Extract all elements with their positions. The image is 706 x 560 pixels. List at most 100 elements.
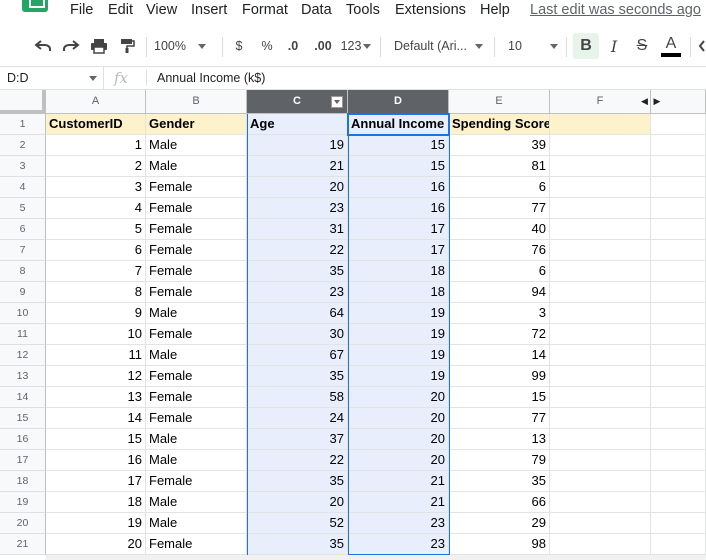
table-cell[interactable]: 21 [348, 492, 449, 513]
menu-tools[interactable]: Tools [346, 2, 380, 18]
table-cell[interactable] [651, 303, 706, 324]
table-cell[interactable] [651, 387, 706, 408]
table-cell[interactable]: 35 [247, 471, 348, 492]
table-cell[interactable]: 8 [46, 282, 146, 303]
table-cell[interactable] [550, 471, 651, 492]
table-cell[interactable]: Male [146, 513, 247, 534]
font-select[interactable]: Default (Ari... [394, 30, 486, 62]
header-cell[interactable] [550, 114, 651, 135]
table-cell[interactable] [550, 324, 651, 345]
menu-view[interactable]: View [146, 2, 177, 18]
row-header[interactable]: 12 [0, 345, 46, 366]
table-cell[interactable]: 15 [348, 156, 449, 177]
table-cell[interactable]: 4 [46, 198, 146, 219]
table-cell[interactable]: Female [146, 408, 247, 429]
table-cell[interactable]: 11 [46, 345, 146, 366]
column-header-e[interactable]: E [449, 90, 550, 114]
table-cell[interactable]: 6 [449, 261, 550, 282]
table-cell[interactable]: 35 [247, 534, 348, 555]
table-cell[interactable]: 30 [247, 324, 348, 345]
table-cell[interactable] [651, 156, 706, 177]
strikethrough-button[interactable]: S [631, 30, 653, 62]
table-cell[interactable]: 19 [46, 513, 146, 534]
row-header[interactable]: 13 [0, 366, 46, 387]
increase-decimal-button[interactable]: .00 [310, 30, 336, 62]
table-cell[interactable]: 20 [46, 534, 146, 555]
table-cell[interactable]: 66 [449, 492, 550, 513]
row-header[interactable]: 17 [0, 450, 46, 471]
more-tools-icon[interactable] [698, 30, 706, 62]
table-cell[interactable] [550, 303, 651, 324]
table-cell[interactable]: Female [146, 240, 247, 261]
table-cell[interactable] [550, 198, 651, 219]
paint-format-icon[interactable] [116, 30, 138, 62]
table-cell[interactable] [550, 240, 651, 261]
table-cell[interactable] [651, 177, 706, 198]
table-cell[interactable]: 64 [247, 303, 348, 324]
table-cell[interactable]: 16 [46, 450, 146, 471]
table-cell[interactable] [651, 198, 706, 219]
table-cell[interactable]: Female [146, 366, 247, 387]
scroll-left-icon[interactable]: ◀ [641, 96, 648, 106]
table-cell[interactable]: 9 [46, 303, 146, 324]
table-cell[interactable]: 19 [348, 324, 449, 345]
table-cell[interactable] [651, 240, 706, 261]
header-cell[interactable]: CustomerID [46, 114, 146, 135]
row-header[interactable]: 7 [0, 240, 46, 261]
table-cell[interactable] [550, 408, 651, 429]
table-cell[interactable]: 20 [348, 450, 449, 471]
table-cell[interactable]: 35 [247, 366, 348, 387]
row-header[interactable]: 6 [0, 219, 46, 240]
sheets-logo-icon[interactable] [22, 0, 48, 12]
table-cell[interactable]: 19 [348, 345, 449, 366]
table-cell[interactable]: 16 [348, 198, 449, 219]
row-header[interactable]: 11 [0, 324, 46, 345]
table-cell[interactable]: 19 [247, 135, 348, 156]
row-header[interactable]: 8 [0, 261, 46, 282]
column-header-a[interactable]: A [46, 90, 146, 114]
table-cell[interactable]: 79 [449, 450, 550, 471]
table-cell[interactable]: 21 [348, 471, 449, 492]
row-header[interactable]: 9 [0, 282, 46, 303]
table-cell[interactable]: 19 [348, 303, 449, 324]
table-cell[interactable]: 15 [449, 387, 550, 408]
table-cell[interactable]: 18 [46, 492, 146, 513]
header-cell[interactable]: Spending Score (1-100) [449, 114, 550, 135]
table-cell[interactable]: 3 [46, 177, 146, 198]
row-header[interactable]: 3 [0, 156, 46, 177]
table-cell[interactable]: 15 [46, 429, 146, 450]
scroll-right-icon[interactable]: ▶ [653, 96, 660, 106]
table-cell[interactable] [550, 177, 651, 198]
table-cell[interactable] [651, 135, 706, 156]
table-cell[interactable]: 17 [348, 219, 449, 240]
row-header[interactable]: 19 [0, 492, 46, 513]
table-cell[interactable]: 10 [46, 324, 146, 345]
menu-data[interactable]: Data [301, 2, 332, 18]
row-header[interactable]: 1 [0, 114, 46, 135]
table-cell[interactable]: 31 [247, 219, 348, 240]
name-box[interactable]: D:D [0, 67, 104, 89]
row-header[interactable]: 16 [0, 429, 46, 450]
table-cell[interactable] [651, 450, 706, 471]
menu-extensions[interactable]: Extensions [395, 2, 466, 18]
header-cell[interactable]: Annual Income [348, 114, 449, 135]
table-cell[interactable]: 3 [449, 303, 550, 324]
table-cell[interactable]: 40 [449, 219, 550, 240]
table-cell[interactable] [651, 429, 706, 450]
table-cell[interactable]: 58 [247, 387, 348, 408]
table-cell[interactable]: 20 [247, 492, 348, 513]
column-scroll-arrows[interactable]: ◀ ▶ [641, 96, 660, 107]
table-cell[interactable]: 6 [449, 177, 550, 198]
table-cell[interactable]: 18 [348, 282, 449, 303]
table-cell[interactable] [550, 345, 651, 366]
row-header[interactable]: 4 [0, 177, 46, 198]
table-cell[interactable]: Female [146, 198, 247, 219]
table-cell[interactable] [651, 366, 706, 387]
table-cell[interactable]: 98 [449, 534, 550, 555]
menu-edit[interactable]: Edit [108, 2, 133, 18]
table-cell[interactable]: 17 [348, 240, 449, 261]
table-cell[interactable]: 81 [449, 156, 550, 177]
table-cell[interactable]: 13 [46, 387, 146, 408]
table-cell[interactable]: 20 [348, 429, 449, 450]
table-cell[interactable]: Female [146, 261, 247, 282]
